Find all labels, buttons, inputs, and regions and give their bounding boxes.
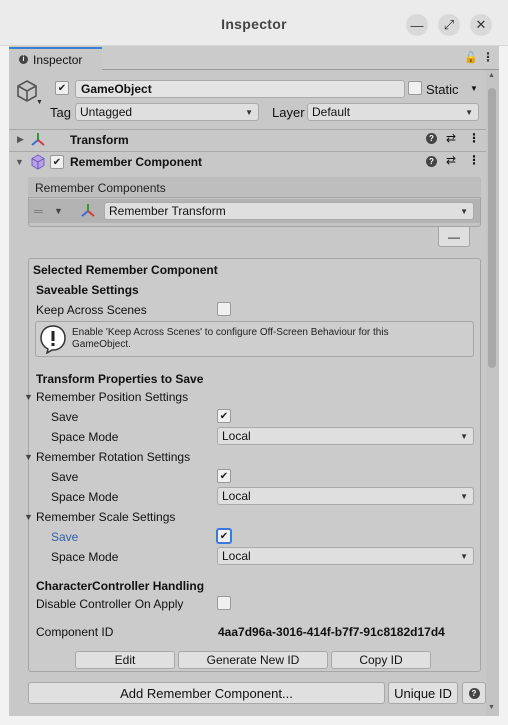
collapse-icon[interactable]: ▼ bbox=[15, 157, 24, 167]
transform-label: Transform bbox=[70, 133, 129, 147]
tag-label: Tag bbox=[50, 105, 71, 120]
component-id-label: Component ID bbox=[36, 625, 114, 639]
layer-value: Default bbox=[312, 105, 351, 119]
static-checkbox[interactable] bbox=[408, 81, 422, 95]
remember-item-value: Remember Transform bbox=[109, 204, 226, 218]
scroll-down-icon[interactable]: ▼ bbox=[488, 704, 495, 711]
static-dropdown-icon[interactable]: ▼ bbox=[470, 84, 478, 93]
layer-dropdown[interactable]: Default ▼ bbox=[307, 103, 479, 121]
maximize-icon: ⤢ bbox=[443, 17, 455, 32]
chevron-down-icon: ▼ bbox=[460, 491, 468, 501]
character-controller-title: CharacterController Handling bbox=[36, 579, 205, 593]
settings-icon[interactable]: ⇄ bbox=[446, 153, 456, 167]
help-button[interactable]: ? bbox=[462, 682, 486, 704]
help-icon[interactable]: ? bbox=[426, 133, 437, 144]
info-message-text: Enable 'Keep Across Scenes' to configure… bbox=[72, 327, 389, 350]
script-icon bbox=[30, 154, 46, 170]
minimize-button[interactable]: — bbox=[406, 14, 428, 36]
settings-icon[interactable]: ⇄ bbox=[446, 131, 456, 145]
info-icon: i bbox=[19, 55, 28, 64]
rotation-save-checkbox[interactable]: ✔ bbox=[217, 469, 231, 483]
position-save-label: Save bbox=[51, 410, 79, 424]
expand-icon[interactable]: ▶ bbox=[17, 134, 24, 145]
remember-enabled-checkbox[interactable]: ✔ bbox=[50, 155, 64, 169]
component-menu-icon[interactable]: ⋮ bbox=[468, 131, 480, 145]
lock-icon[interactable]: 🔓 bbox=[464, 51, 478, 64]
rotation-space-mode-dropdown[interactable]: Local ▼ bbox=[217, 487, 474, 505]
chevron-down-icon: ▼ bbox=[245, 107, 253, 117]
list-header-label: Remember Components bbox=[35, 181, 166, 195]
remember-item-dropdown[interactable]: Remember Transform ▼ bbox=[104, 202, 474, 220]
rotation-settings-foldout[interactable]: Remember Rotation Settings bbox=[36, 450, 190, 464]
help-icon[interactable]: ? bbox=[426, 156, 437, 167]
transform-properties-title: Transform Properties to Save bbox=[36, 372, 204, 386]
scale-space-mode-label: Space Mode bbox=[51, 550, 119, 564]
collapse-icon[interactable]: ▼ bbox=[54, 206, 63, 216]
position-settings-foldout[interactable]: Remember Position Settings bbox=[36, 390, 188, 404]
selected-component-title: Selected Remember Component bbox=[33, 263, 218, 277]
position-save-checkbox[interactable]: ✔ bbox=[217, 409, 231, 423]
tab-inspector[interactable]: i Inspector bbox=[9, 47, 102, 70]
component-id-value: 4aa7d96a-3016-414f-b7f7-91c8182d17d4 bbox=[218, 625, 445, 639]
disable-controller-checkbox[interactable] bbox=[217, 596, 231, 610]
position-space-mode-label: Space Mode bbox=[51, 430, 119, 444]
scale-save-checkbox[interactable]: ✔ bbox=[217, 529, 231, 543]
scale-save-label: Save bbox=[51, 530, 79, 544]
chevron-down-icon: ▼ bbox=[460, 431, 468, 441]
tab-inspector-label: Inspector bbox=[33, 52, 83, 67]
keep-across-scenes-label: Keep Across Scenes bbox=[36, 303, 147, 317]
position-space-mode-value: Local bbox=[222, 429, 251, 443]
help-icon: ? bbox=[468, 687, 480, 699]
rotation-save-label: Save bbox=[51, 470, 79, 484]
tab-menu-icon[interactable]: ⋮ bbox=[482, 50, 494, 64]
add-remember-component-button[interactable]: Add Remember Component... bbox=[28, 682, 385, 704]
position-space-mode-dropdown[interactable]: Local ▼ bbox=[217, 427, 474, 445]
warning-icon bbox=[38, 324, 68, 355]
remove-item-button[interactable]: — bbox=[438, 227, 470, 247]
scale-settings-foldout[interactable]: Remember Scale Settings bbox=[36, 510, 175, 524]
unique-id-button[interactable]: Unique ID bbox=[388, 682, 458, 704]
collapse-icon[interactable]: ▼ bbox=[24, 512, 33, 522]
keep-across-scenes-checkbox[interactable] bbox=[217, 302, 231, 316]
static-label: Static bbox=[426, 82, 459, 97]
rotation-space-mode-label: Space Mode bbox=[51, 490, 119, 504]
component-menu-icon[interactable]: ⋮ bbox=[468, 153, 480, 167]
edit-button[interactable]: Edit bbox=[75, 651, 175, 669]
rotation-space-mode-value: Local bbox=[222, 489, 251, 503]
chevron-down-icon: ▼ bbox=[460, 206, 468, 216]
copy-id-button[interactable]: Copy ID bbox=[331, 651, 431, 669]
layer-label: Layer bbox=[272, 105, 305, 120]
tag-value: Untagged bbox=[80, 105, 133, 119]
collapse-icon[interactable]: ▼ bbox=[24, 392, 33, 402]
window-title: Inspector bbox=[221, 16, 287, 32]
maximize-button[interactable]: ⤢ bbox=[438, 14, 460, 36]
saveable-settings-title: Saveable Settings bbox=[36, 283, 139, 297]
close-button[interactable]: ✕ bbox=[470, 14, 492, 36]
chevron-down-icon: ▼ bbox=[460, 551, 468, 561]
scrollbar-thumb[interactable] bbox=[488, 88, 496, 368]
collapse-icon[interactable]: ▼ bbox=[24, 452, 33, 462]
generate-new-id-button[interactable]: Generate New ID bbox=[178, 651, 328, 669]
drag-handle-icon[interactable]: ═ bbox=[34, 204, 43, 218]
minus-icon: — bbox=[448, 229, 460, 244]
gameobject-active-checkbox[interactable]: ✔ bbox=[55, 81, 69, 95]
tag-dropdown[interactable]: Untagged ▼ bbox=[75, 103, 259, 121]
scroll-up-icon[interactable]: ▲ bbox=[488, 72, 495, 79]
minimize-icon: — bbox=[410, 17, 424, 33]
gameobject-name-input[interactable]: GameObject bbox=[75, 80, 405, 98]
remember-component-label: Remember Component bbox=[70, 155, 203, 169]
chevron-down-icon: ▼ bbox=[465, 107, 473, 117]
transform-icon bbox=[80, 203, 96, 219]
scale-space-mode-value: Local bbox=[222, 549, 251, 563]
close-icon: ✕ bbox=[475, 17, 487, 32]
cube-dropdown-icon[interactable]: ▼ bbox=[36, 99, 43, 106]
disable-controller-label: Disable Controller On Apply bbox=[36, 597, 184, 611]
scale-space-mode-dropdown[interactable]: Local ▼ bbox=[217, 547, 474, 565]
transform-icon bbox=[30, 132, 46, 148]
